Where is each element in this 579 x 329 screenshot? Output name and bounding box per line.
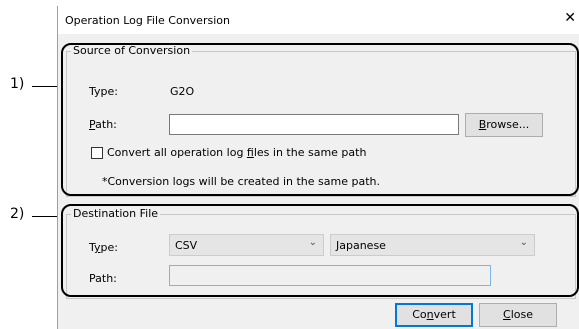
close-button[interactable]: Close <box>479 303 557 327</box>
close-icon[interactable]: ✕ <box>564 10 576 26</box>
annotation-label-1: 1) <box>10 76 25 92</box>
annotation-box-1 <box>61 43 579 196</box>
dialog-title: Operation Log File Conversion <box>65 14 230 27</box>
annotation-label-2: 2) <box>10 206 25 222</box>
title-bar: Operation Log File Conversion ✕ <box>58 6 579 34</box>
annotation-box-2 <box>61 204 579 297</box>
convert-button[interactable]: Convert <box>395 303 473 327</box>
